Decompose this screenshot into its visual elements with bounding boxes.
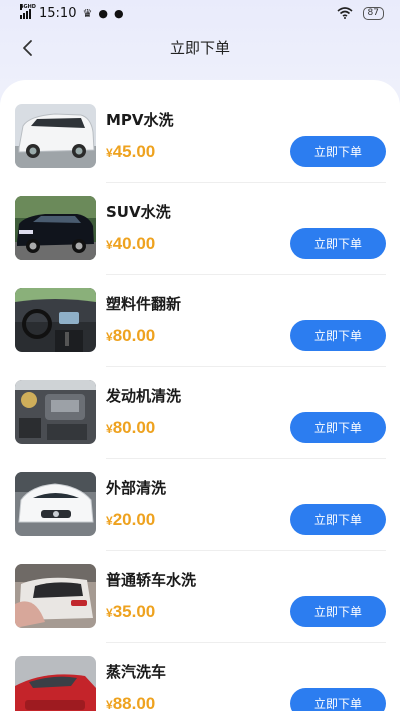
back-button[interactable]	[16, 36, 40, 60]
page-title: 立即下单	[169, 38, 230, 57]
price-amount: 35.00	[112, 602, 156, 621]
service-name: 普通轿车水洗	[106, 571, 197, 589]
chevron-left-icon	[23, 40, 32, 56]
price-amount: 45.00	[112, 142, 156, 161]
currency-symbol: ¥	[106, 606, 113, 620]
service-name: SUV水洗	[106, 203, 171, 221]
service-list-panel: MPV水洗 ¥45.00 立即下单 SUV水洗 ¥40.00 立即下单 塑料件翻…	[0, 80, 400, 711]
service-name: 蒸汽洗车	[106, 663, 167, 681]
order-now-button[interactable]: 立即下单	[290, 320, 386, 351]
currency-symbol: ¥	[106, 146, 113, 160]
price-amount: 88.00	[112, 694, 156, 711]
battery-icon: 87	[362, 6, 384, 20]
price-amount: 20.00	[112, 510, 156, 529]
list-item: 蒸汽洗车 ¥88.00 立即下单	[0, 632, 400, 711]
red-car-image	[15, 656, 96, 711]
crown-icon: ♛	[82, 6, 93, 20]
currency-symbol: ¥	[106, 698, 113, 711]
service-name: MPV水洗	[106, 111, 174, 129]
service-name: 塑料件翻新	[106, 295, 182, 313]
status-bar: 4GHD 15:10 ♛ ● ● 87	[0, 0, 400, 26]
list-item: 塑料件翻新 ¥80.00 立即下单	[0, 264, 400, 367]
price-amount: 40.00	[112, 234, 156, 253]
service-price: ¥20.00	[106, 510, 155, 530]
list-item: MPV水洗 ¥45.00 立即下单	[0, 80, 400, 183]
battery-level: 87	[367, 8, 379, 18]
service-price: ¥80.00	[106, 418, 155, 438]
service-price: ¥88.00	[106, 694, 155, 711]
service-price: ¥80.00	[106, 326, 155, 346]
service-name: 发动机清洗	[106, 387, 182, 405]
order-now-button[interactable]: 立即下单	[290, 688, 386, 711]
status-time: 15:10	[39, 5, 77, 21]
order-now-button[interactable]: 立即下单	[290, 412, 386, 443]
nav-bar: 立即下单	[0, 26, 400, 68]
currency-symbol: ¥	[106, 422, 113, 436]
chat-icon: ●	[113, 6, 124, 20]
service-price: ¥45.00	[106, 142, 155, 162]
white-sedan-image	[15, 472, 96, 536]
order-now-button[interactable]: 立即下单	[290, 136, 386, 167]
currency-symbol: ¥	[106, 514, 113, 528]
price-amount: 80.00	[112, 418, 156, 437]
network-type-label: 4GHD	[20, 4, 36, 10]
suv-car-image	[15, 196, 96, 260]
order-now-button[interactable]: 立即下单	[290, 596, 386, 627]
order-now-button[interactable]: 立即下单	[290, 228, 386, 259]
price-amount: 80.00	[112, 326, 156, 345]
signal-icon: 4GHD	[20, 4, 36, 19]
app-notification-icon: ●	[98, 6, 108, 20]
wifi-icon	[337, 7, 353, 19]
list-item: SUV水洗 ¥40.00 立即下单	[0, 172, 400, 275]
car-interior-image	[15, 288, 96, 352]
list-item: 普通轿车水洗 ¥35.00 立即下单	[0, 540, 400, 643]
currency-symbol: ¥	[106, 238, 113, 252]
currency-symbol: ¥	[106, 330, 113, 344]
car-rear-image	[15, 564, 96, 628]
service-name: 外部清洗	[106, 479, 167, 497]
service-price: ¥35.00	[106, 602, 155, 622]
service-price: ¥40.00	[106, 234, 155, 254]
list-item: 外部清洗 ¥20.00 立即下单	[0, 448, 400, 551]
mpv-car-image	[15, 104, 96, 168]
engine-bay-image	[15, 380, 96, 444]
order-now-button[interactable]: 立即下单	[290, 504, 386, 535]
list-item: 发动机清洗 ¥80.00 立即下单	[0, 356, 400, 459]
